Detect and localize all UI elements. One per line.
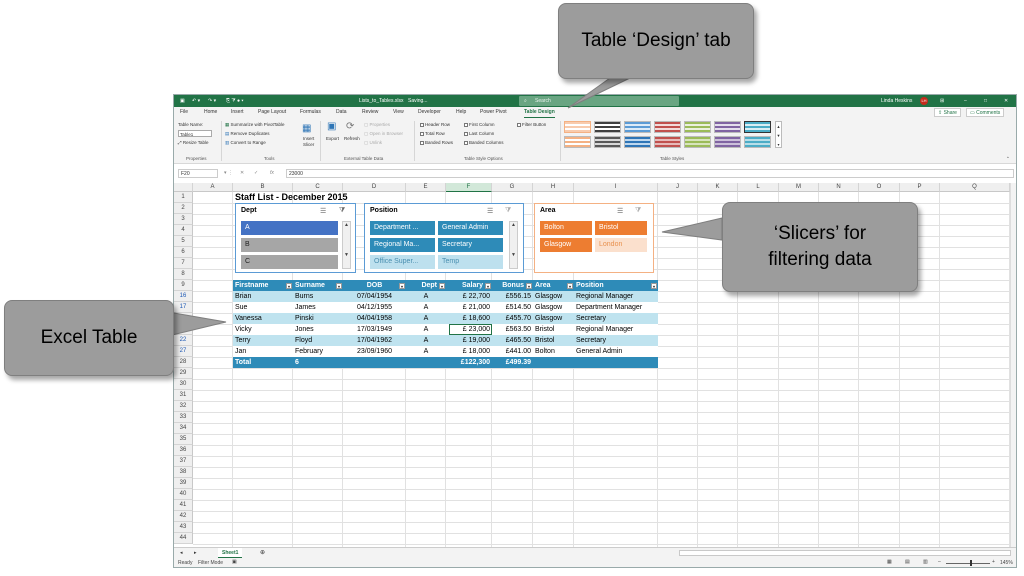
callout-design-tab: Table ‘Design’ tab (558, 3, 754, 79)
callout-pointer-design-tab (567, 77, 631, 109)
callout-slicers: ‘Slicers’ for filtering data (722, 202, 918, 292)
callout-excel-table: Excel Table (4, 300, 174, 376)
stage: ▣ ↶ ▾ ↷ ▾ ⎘ ⧩ ● ▾ Lists_to_Tables.xlsx S… (0, 0, 1024, 576)
callout-pointer-excel-table (167, 311, 227, 337)
callout-pointer-slicers (661, 217, 723, 241)
